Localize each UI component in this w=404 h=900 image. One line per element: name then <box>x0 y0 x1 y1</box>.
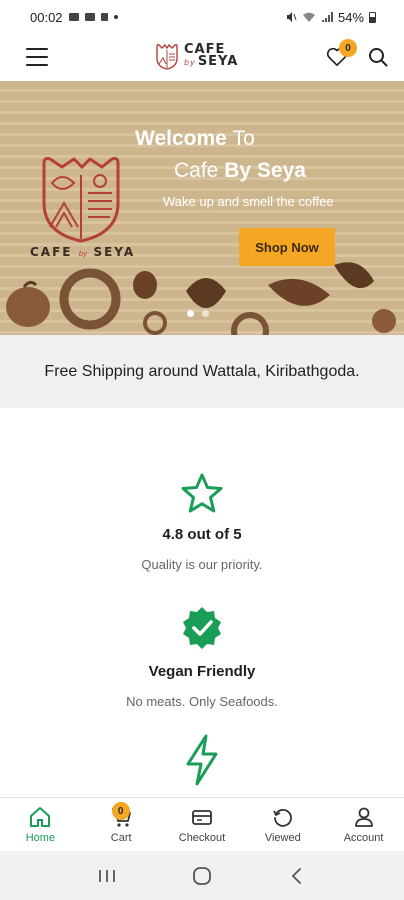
recent-apps-button[interactable] <box>87 861 127 891</box>
nav-checkout-label: Checkout <box>178 832 226 844</box>
brand-logo[interactable]: CAFE by SEYA <box>154 42 238 70</box>
back-button[interactable] <box>277 861 317 891</box>
feature-subtitle: Quality is our priority. <box>141 557 263 572</box>
shipping-text: Free Shipping around Wattala, Kiribathgo… <box>44 362 360 380</box>
hero-brand-heading: Cafe By Seya <box>174 159 306 183</box>
feature-rating: 4.8 out of 5 Quality is our priority. <box>0 472 404 572</box>
carousel-dot[interactable] <box>202 310 209 317</box>
system-nav-bar <box>0 851 404 900</box>
history-icon <box>272 809 292 827</box>
wallet-icon <box>192 810 212 825</box>
status-bar: 00:02 54% <box>0 0 404 34</box>
feature-title: 4.8 out of 5 <box>162 526 242 543</box>
coffee-decoration-icon <box>6 262 396 335</box>
tiktok-notification-icon <box>100 13 108 21</box>
feature-fast <box>0 734 404 786</box>
hero-tagline: Wake up and smell the coffee <box>163 194 334 209</box>
nav-viewed[interactable]: Viewed <box>242 798 323 851</box>
search-icon <box>369 48 388 67</box>
battery-percent: 54% <box>337 9 364 25</box>
hero-logo-word-seya: SEYA <box>93 245 136 259</box>
hero-logo-wordmark: CAFE by SEYA <box>30 245 135 259</box>
menu-icon[interactable] <box>26 48 48 66</box>
cart-count-badge: 0 <box>111 802 130 820</box>
home-icon <box>30 807 51 827</box>
recent-apps-icon <box>99 869 116 882</box>
feature-title: Vegan Friendly <box>148 663 256 680</box>
hero-logo-word-by: by <box>78 250 88 258</box>
user-icon <box>354 807 373 827</box>
back-chevron-icon <box>291 867 301 884</box>
nav-cart[interactable]: 0 Cart <box>81 798 162 851</box>
hero-welcome-heading: Welcome To <box>135 127 255 151</box>
feature-subtitle: No meats. Only Seafoods. <box>126 694 278 709</box>
signal-icon <box>321 12 333 22</box>
nav-account[interactable]: Account <box>323 798 404 851</box>
wishlist-count-badge: 0 <box>339 39 357 57</box>
app-header: CAFE by SEYA 0 <box>0 34 404 80</box>
gallery-notification-icon <box>68 13 79 21</box>
hero-welcome-light: To <box>232 127 255 150</box>
search-button[interactable] <box>368 47 388 67</box>
wifi-icon <box>302 12 315 22</box>
logo-mark-icon <box>156 43 178 70</box>
hero-logo-icon <box>42 157 120 243</box>
home-system-button[interactable] <box>182 861 222 891</box>
hero-cafe-bold: By Seya <box>224 159 306 182</box>
verified-badge-icon <box>183 607 221 649</box>
carousel-dot[interactable] <box>187 310 194 317</box>
hero-logo-word-cafe: CAFE <box>30 245 73 259</box>
shipping-banner: Free Shipping around Wattala, Kiribathgo… <box>0 335 404 408</box>
nav-home-label: Home <box>25 832 56 844</box>
hero-welcome-bold: Welcome <box>135 127 227 150</box>
logo-wordmark: CAFE by SEYA <box>184 43 239 69</box>
hero-banner[interactable]: CAFE by SEYA Welcome To Cafe By Seya Wak… <box>0 81 404 335</box>
wishlist-button[interactable]: 0 <box>326 39 357 67</box>
hero-cafe-light: Cafe <box>174 159 219 182</box>
status-time: 00:02 <box>30 9 63 25</box>
feature-vegan: Vegan Friendly No meats. Only Seafoods. <box>0 605 404 709</box>
carousel-dots <box>187 310 209 317</box>
mute-icon <box>286 12 297 22</box>
nav-cart-label: Cart <box>110 832 132 844</box>
battery-icon <box>369 11 376 23</box>
lightning-icon <box>186 734 218 786</box>
logo-word-seya: SEYA <box>197 53 239 69</box>
nav-checkout[interactable]: Checkout <box>162 798 243 851</box>
nav-home[interactable]: Home <box>0 798 81 851</box>
logo-word-by: by <box>184 57 196 67</box>
star-icon <box>181 473 223 513</box>
home-circle-icon <box>193 866 211 885</box>
more-notifications-icon <box>113 15 118 19</box>
bottom-nav: Home 0 Cart Checkout Viewed Account <box>0 797 404 851</box>
youtube-notification-icon <box>84 13 95 21</box>
nav-account-label: Account <box>343 832 384 844</box>
nav-viewed-label: Viewed <box>264 832 301 844</box>
